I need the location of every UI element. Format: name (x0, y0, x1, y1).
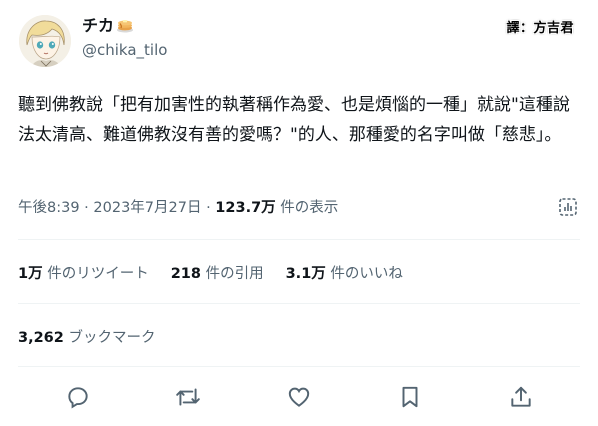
share-icon (511, 386, 531, 407)
quotes-stat[interactable]: 218 件の引用 (171, 266, 264, 282)
bookmarks-stat[interactable]: 3,262 ブックマーク (18, 328, 155, 348)
retweet-button[interactable] (175, 384, 201, 410)
bookmark-icon (402, 386, 418, 408)
share-button[interactable] (508, 384, 534, 410)
display-name-text: チカ (82, 16, 115, 35)
likes-stat[interactable]: 3.1万 件のいいね (286, 266, 403, 282)
divider (18, 303, 580, 304)
retweet-count: 1万 (18, 266, 43, 282)
meta-separator: · (84, 200, 94, 216)
bookmark-label: ブックマーク (68, 330, 156, 346)
view-count: 123.7万 (215, 200, 276, 216)
analytics-icon[interactable] (557, 196, 579, 218)
avatar-illustration (19, 15, 71, 67)
divider (18, 239, 580, 240)
user-handle[interactable]: @chika_tilo (82, 40, 167, 60)
tweet-time[interactable]: 午後8:39 (18, 200, 80, 216)
watermark-text: 譯：方吉君 (506, 21, 574, 36)
avatar[interactable] (19, 15, 71, 67)
tweet-date[interactable]: 2023年7月27日 (93, 200, 201, 216)
reply-icon (68, 387, 88, 409)
meta-separator: · (206, 200, 216, 216)
display-name[interactable]: チカ (82, 16, 134, 39)
quote-count: 218 (170, 266, 201, 282)
like-button[interactable] (286, 384, 312, 410)
quote-label: 件の引用 (205, 266, 264, 282)
like-icon (288, 387, 310, 407)
bookmark-count: 3,262 (18, 330, 64, 346)
tweet-text: 聽到佛教說「把有加害性的執著稱作為愛、也是煩惱的一種」就說"這種說法太清高、難道… (18, 95, 570, 145)
view-count-label: 件の表示 (280, 200, 339, 216)
divider (18, 366, 580, 367)
tweet-meta: 午後8:39 · 2023年7月27日 · 123.7万 件の表示 (18, 198, 338, 218)
engagement-stats: 1万 件のリツイート 218 件の引用 3.1万 件のいいね (18, 264, 425, 284)
retweets-stat[interactable]: 1万 件のリツイート (18, 266, 149, 282)
reply-button[interactable] (65, 384, 91, 410)
pancake-emoji-icon (116, 16, 134, 39)
translator-watermark: 譯：方吉君 (506, 18, 574, 40)
like-count: 3.1万 (285, 266, 326, 282)
retweet-icon (176, 388, 200, 406)
like-label: 件のいいね (330, 266, 403, 282)
bookmark-button[interactable] (397, 384, 423, 410)
retweet-label: 件のリツイート (47, 266, 149, 282)
